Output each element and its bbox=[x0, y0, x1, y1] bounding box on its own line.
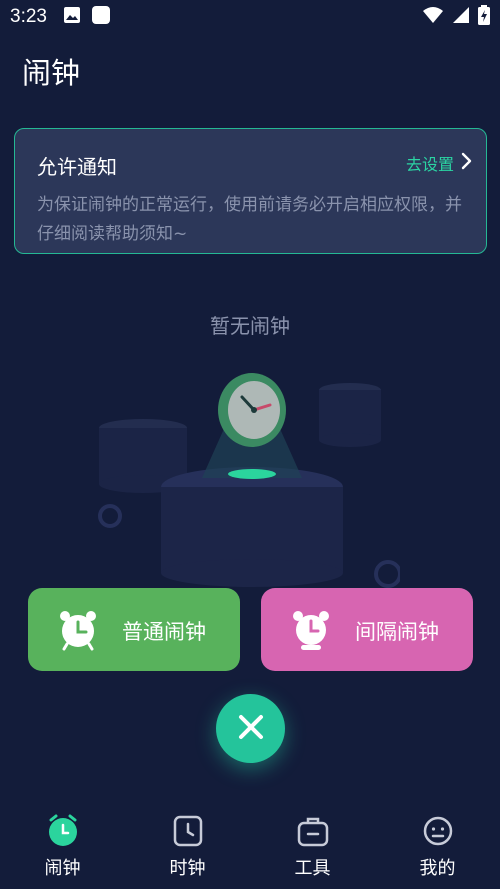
nav-item-tools[interactable]: 工具 bbox=[250, 806, 375, 889]
normal-alarm-button[interactable]: 普通闹钟 bbox=[28, 588, 240, 671]
alarm-clock-icon bbox=[56, 608, 100, 652]
clock-icon bbox=[171, 814, 205, 848]
nav-item-mine[interactable]: 我的 bbox=[375, 806, 500, 889]
empty-alarm-illustration bbox=[90, 360, 402, 590]
notification-permission-card: 允许通知 去设置 为保证闹钟的正常运行，使用前请务必开启相应权限，并仔细阅读帮助… bbox=[14, 128, 487, 254]
toolbox-icon bbox=[296, 814, 330, 848]
profile-icon bbox=[421, 814, 455, 848]
status-bar: 3:23 bbox=[0, 0, 500, 34]
empty-state-text: 暂无闹钟 bbox=[210, 314, 290, 338]
normal-alarm-label: 普通闹钟 bbox=[122, 620, 206, 644]
notice-title: 允许通知 bbox=[37, 155, 117, 179]
close-icon bbox=[237, 713, 265, 745]
nav-label-tools: 工具 bbox=[294, 858, 331, 879]
nav-label-clock: 时钟 bbox=[169, 858, 206, 879]
status-time: 3:23 bbox=[10, 6, 47, 27]
notice-description: 为保证闹钟的正常运行，使用前请务必开启相应权限，并仔细阅读帮助须知~ bbox=[37, 195, 462, 244]
nav-item-clock[interactable]: 时钟 bbox=[125, 806, 250, 889]
signal-icon bbox=[452, 6, 470, 29]
go-settings-label: 去设置 bbox=[405, 155, 454, 174]
image-icon bbox=[63, 6, 81, 29]
interval-alarm-label: 间隔闹钟 bbox=[355, 620, 439, 644]
square-app-icon bbox=[91, 5, 111, 30]
go-settings-link[interactable]: 去设置 bbox=[406, 151, 472, 175]
nav-item-alarm[interactable]: 闹钟 bbox=[0, 806, 125, 889]
nav-label-mine: 我的 bbox=[419, 858, 456, 879]
close-fab-button[interactable] bbox=[216, 694, 285, 763]
interval-alarm-icon bbox=[289, 608, 333, 652]
nav-label-alarm: 闹钟 bbox=[44, 858, 81, 879]
battery-charging-icon bbox=[478, 4, 490, 30]
wifi-icon bbox=[422, 6, 444, 29]
interval-alarm-button[interactable]: 间隔闹钟 bbox=[261, 588, 473, 671]
page-title: 闹钟 bbox=[22, 56, 81, 90]
chevron-right-icon bbox=[460, 152, 472, 174]
alarm-icon bbox=[46, 814, 80, 848]
bottom-nav: 闹钟 时钟 工具 我的 bbox=[0, 806, 500, 889]
